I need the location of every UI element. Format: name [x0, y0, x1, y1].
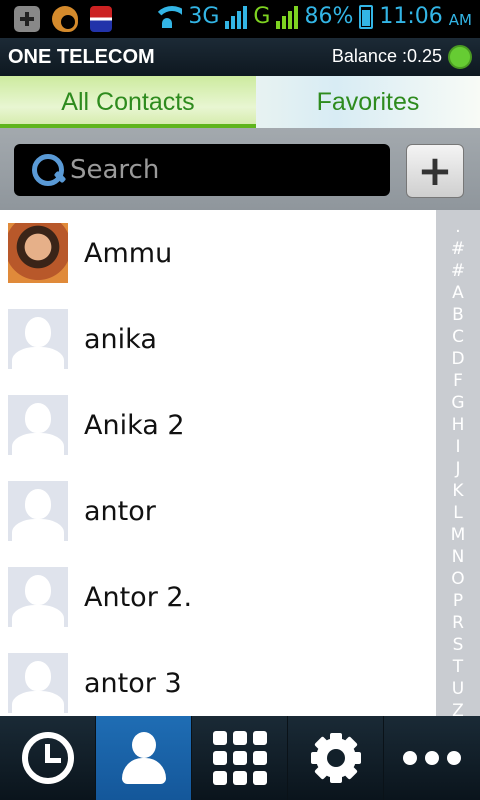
network-type: 3G [188, 4, 220, 29]
search-icon [30, 152, 66, 188]
plus-icon: + [417, 146, 453, 195]
nav-dialpad-button[interactable] [192, 716, 288, 800]
status-left-icons [14, 6, 112, 32]
alphabet-index[interactable]: . # # A B C D F G H I J K L M N O P R S T U Z [436, 210, 480, 721]
tab-bar: All Contacts Favorites [0, 76, 480, 128]
balance-status-icon [448, 45, 472, 69]
index-letter[interactable]: # [451, 238, 465, 260]
default-avatar-icon [8, 309, 68, 369]
contact-row[interactable]: Anika 2 [0, 382, 436, 468]
status-bar: 3G G 86% 11:06 AM [0, 0, 480, 38]
clock-icon [21, 732, 74, 784]
index-letter[interactable]: G [451, 392, 464, 414]
tab-all-contacts[interactable]: All Contacts [0, 76, 256, 128]
default-avatar-icon [8, 481, 68, 541]
contact-row[interactable]: Ammu [0, 210, 436, 296]
battery-percent: 86% [304, 4, 354, 29]
tab-favorites[interactable]: Favorites [256, 76, 480, 128]
contact-row[interactable]: Antor 2. [0, 554, 436, 640]
index-letter[interactable]: L [453, 502, 462, 524]
contact-row[interactable]: anika [0, 296, 436, 382]
index-letter[interactable]: R [452, 612, 464, 634]
nav-settings-button[interactable] [288, 716, 384, 800]
index-letter[interactable]: F [453, 370, 463, 392]
index-letter[interactable]: O [451, 568, 464, 590]
contact-photo [8, 223, 68, 283]
balance-text: Balance :0.25 [331, 46, 442, 66]
contact-row[interactable]: antor [0, 468, 436, 554]
index-letter[interactable]: C [452, 326, 464, 348]
status-right-icons: 3G G 86% 11:06 AM [152, 4, 472, 29]
bottom-nav [0, 716, 480, 800]
index-letter[interactable]: J [455, 458, 460, 480]
network-type-2: G [253, 4, 271, 29]
gear-icon [310, 733, 361, 783]
contact-list[interactable]: Ammu anika Anika 2 antor Antor 2. antor … [0, 210, 436, 716]
flag-notification-icon [90, 6, 112, 32]
index-letter[interactable]: T [453, 656, 463, 678]
index-letter[interactable]: # [451, 260, 465, 282]
app-header: ONE TELECOM Balance :0.25 [0, 38, 480, 76]
index-letter[interactable]: K [452, 480, 463, 502]
contact-name: Antor 2. [84, 581, 193, 613]
index-letter[interactable]: . [455, 216, 460, 238]
default-avatar-icon [8, 395, 68, 455]
index-letter[interactable]: H [452, 414, 465, 436]
index-letter[interactable]: U [452, 678, 464, 700]
index-letter[interactable]: D [451, 348, 464, 370]
clock-ampm: AM [448, 10, 472, 29]
dialpad-icon [212, 731, 267, 785]
wifi-icon [152, 6, 182, 28]
nav-more-button[interactable] [384, 716, 480, 800]
nav-contacts-button[interactable] [96, 716, 192, 800]
brand-title: ONE TELECOM [8, 46, 155, 68]
index-letter[interactable]: A [452, 282, 464, 304]
default-avatar-icon [8, 567, 68, 627]
search-row: + [0, 128, 480, 210]
contact-row[interactable]: antor 3 [0, 640, 436, 716]
index-letter[interactable]: M [451, 524, 466, 546]
contact-name: antor 3 [84, 667, 182, 699]
index-letter[interactable]: P [453, 590, 463, 612]
nav-recents-button[interactable] [0, 716, 96, 800]
clock-time: 11:06 [379, 4, 443, 29]
contact-name: Anika 2 [84, 409, 185, 441]
index-letter[interactable]: I [455, 436, 460, 458]
signal-icon-2 [276, 5, 299, 29]
plus-notification-icon [14, 6, 40, 32]
more-icon [403, 751, 461, 765]
search-box[interactable] [14, 144, 390, 196]
default-avatar-icon [8, 653, 68, 713]
search-input[interactable] [70, 155, 370, 185]
index-letter[interactable]: S [453, 634, 464, 656]
ring-notification-icon [52, 6, 78, 32]
contact-name: Ammu [84, 237, 173, 269]
battery-icon [359, 4, 374, 29]
signal-icon [225, 5, 248, 29]
contact-name: anika [84, 323, 157, 355]
person-icon [121, 732, 166, 784]
index-letter[interactable]: B [452, 304, 464, 326]
contact-name: antor [84, 495, 156, 527]
add-contact-button[interactable]: + [406, 144, 464, 198]
index-letter[interactable]: N [452, 546, 465, 568]
